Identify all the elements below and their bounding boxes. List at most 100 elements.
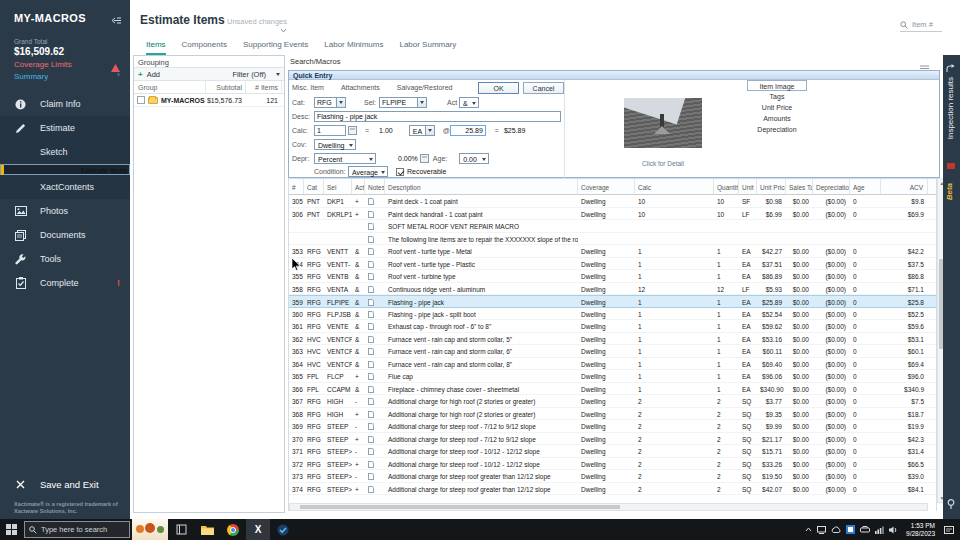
taskbar-search[interactable]: Type here to search bbox=[24, 521, 130, 538]
note-icon[interactable] bbox=[368, 261, 374, 268]
horizontal-scrollbar[interactable] bbox=[289, 503, 928, 511]
table-row[interactable]: 370RFGSTEEP+Additional charge for steep … bbox=[289, 433, 936, 446]
chrome-icon[interactable] bbox=[220, 519, 246, 540]
column-header[interactable]: Sel bbox=[324, 179, 352, 194]
cov-select[interactable]: Dwelling bbox=[314, 139, 356, 150]
tab-labor-summary[interactable]: Labor Summary bbox=[391, 37, 464, 55]
table-row[interactable]: 366FPLCCAPM&Fireplace - chimney chase co… bbox=[289, 383, 936, 396]
note-icon[interactable] bbox=[368, 373, 374, 380]
sidebar-item-documents[interactable]: Documents bbox=[0, 223, 130, 247]
tab-components[interactable]: Components bbox=[174, 37, 235, 55]
column-header[interactable]: Sales Tax bbox=[786, 179, 813, 194]
table-row[interactable]: 358RFGVENTA&Continuous ridge vent - alum… bbox=[289, 283, 936, 296]
note-icon[interactable] bbox=[368, 398, 374, 405]
calc-input[interactable]: 1 bbox=[314, 125, 346, 136]
tab-misc-item[interactable]: Misc. Item bbox=[292, 84, 324, 91]
tab-items[interactable]: Items bbox=[138, 37, 174, 55]
filter-button[interactable]: Filter (Off) bbox=[232, 70, 266, 79]
unsaved-changes-label[interactable]: Unsaved changes bbox=[227, 17, 287, 26]
save-and-exit-button[interactable]: Save and Exit bbox=[0, 472, 130, 496]
table-row[interactable]: 364HVCVENTCP8&Furnace vent - rain cap an… bbox=[289, 358, 936, 371]
detail-tab-item-image[interactable]: Item Image bbox=[747, 80, 807, 91]
table-row[interactable]: 367RFGHIGH-Additional charge for high ro… bbox=[289, 395, 936, 408]
column-header[interactable]: Depreciation bbox=[813, 179, 850, 194]
note-icon[interactable] bbox=[368, 411, 374, 418]
sidebar-item-estimate[interactable]: Estimate bbox=[0, 116, 130, 140]
column-header[interactable]: Cat bbox=[304, 179, 324, 194]
cat-dropdown-icon[interactable] bbox=[337, 97, 346, 108]
sidebar-collapse-icon[interactable] bbox=[111, 12, 122, 30]
note-icon[interactable] bbox=[368, 448, 374, 455]
click-for-detail[interactable]: Click for Detail bbox=[624, 160, 702, 167]
table-row[interactable]: 363HVCVENTCP6&Furnace vent - rain cap an… bbox=[289, 345, 936, 358]
column-header[interactable]: Quantity bbox=[714, 179, 739, 194]
sel-dropdown-icon[interactable] bbox=[418, 97, 427, 108]
news-weather-widget[interactable] bbox=[132, 519, 168, 540]
table-row[interactable]: 305PNTDKP1+Paint deck - 1 coat paintDwel… bbox=[289, 195, 936, 208]
table-row[interactable]: 365FPLFLCP+Flue capDwelling11EA$96.06$0.… bbox=[289, 370, 936, 383]
note-icon[interactable] bbox=[368, 223, 374, 230]
note-icon[interactable] bbox=[368, 473, 374, 480]
horizontal-scrollbar-thumb[interactable] bbox=[300, 505, 620, 509]
age-select[interactable]: 0.00 bbox=[459, 153, 489, 164]
calculator-icon[interactable] bbox=[348, 126, 357, 135]
condition-select[interactable]: Average bbox=[348, 166, 388, 177]
table-row[interactable]: 361RFGVENTE&Exhaust cap - through roof -… bbox=[289, 320, 936, 333]
table-row[interactable]: 372RFGSTEEP>+Additional charge for steep… bbox=[289, 458, 936, 471]
action-center-icon[interactable] bbox=[941, 525, 957, 535]
note-icon[interactable] bbox=[368, 236, 374, 243]
column-header[interactable]: Act bbox=[352, 179, 365, 194]
table-row[interactable]: 368RFGHIGH+Additional charge for high ro… bbox=[289, 408, 936, 421]
item-search[interactable]: Item # bbox=[900, 20, 942, 32]
note-icon[interactable] bbox=[368, 436, 374, 443]
table-row[interactable]: 369RFGSTEEP-Additional charge for steep … bbox=[289, 420, 936, 433]
table-row[interactable]: 373RFGSTEEP>>-Additional charge for stee… bbox=[289, 470, 936, 483]
sidebar-item-tools[interactable]: Tools bbox=[0, 247, 130, 271]
tray-volume-icon[interactable] bbox=[889, 526, 899, 534]
sidebar-item-photos[interactable]: Photos bbox=[0, 199, 130, 223]
tab-salvage-restored[interactable]: Salvage/Restored bbox=[397, 84, 453, 91]
table-row[interactable]: 353RFGVENTT&Roof vent - turtle type - Me… bbox=[289, 245, 936, 258]
table-row[interactable]: 360RFGFLPJSB&Flashing - pipe jack - spli… bbox=[289, 308, 936, 321]
table-row[interactable]: 374RFGSTEEP>>+Additional charge for stee… bbox=[289, 483, 936, 496]
teams-check-icon[interactable] bbox=[270, 519, 296, 540]
note-icon[interactable] bbox=[368, 211, 374, 218]
coverage-limits-link[interactable]: Coverage Limits bbox=[14, 60, 72, 69]
column-header[interactable]: Description bbox=[385, 179, 578, 194]
column-header[interactable]: Coverage bbox=[578, 179, 635, 194]
table-row[interactable]: 371RFGSTEEP>-Additional charge for steep… bbox=[289, 445, 936, 458]
tab-labor-minimums[interactable]: Labor Minimums bbox=[316, 37, 391, 55]
note-icon[interactable] bbox=[368, 248, 374, 255]
task-view-button[interactable] bbox=[168, 519, 194, 540]
desc-input[interactable]: Flashing - pipe jack bbox=[314, 111, 561, 122]
note-icon[interactable] bbox=[368, 461, 374, 468]
column-header[interactable]: Unit Price bbox=[757, 179, 786, 194]
chevron-down-icon[interactable] bbox=[280, 19, 287, 37]
cancel-button[interactable]: Cancel bbox=[523, 82, 564, 94]
price-input[interactable]: 25.89 bbox=[450, 125, 486, 136]
sidebar-item-claim-info[interactable]: Claim Info bbox=[0, 92, 130, 116]
group-checkbox[interactable] bbox=[137, 96, 145, 104]
table-row[interactable]: 306PNTDKRLP1+Paint deck handrail - 1 coa… bbox=[289, 208, 936, 221]
note-icon[interactable] bbox=[368, 311, 374, 318]
note-icon[interactable] bbox=[368, 386, 374, 393]
tab-attachments[interactable]: Attachments bbox=[341, 84, 380, 91]
depr-calculator-icon[interactable] bbox=[420, 154, 429, 163]
table-row[interactable]: The following line items are to repair t… bbox=[289, 233, 936, 246]
column-header[interactable]: Notes bbox=[365, 179, 385, 194]
detail-tab-tags[interactable]: Tags bbox=[747, 91, 807, 102]
tray-network-icon[interactable] bbox=[875, 526, 884, 534]
tray-display-icon[interactable] bbox=[817, 526, 826, 534]
taskbar-clock[interactable]: 1:53 PM 9/28/2023 bbox=[906, 522, 935, 537]
detail-tab-unit-price[interactable]: Unit Price bbox=[747, 102, 807, 113]
tray-cloud-icon[interactable] bbox=[831, 526, 841, 533]
sel-input[interactable]: FLPIPE bbox=[379, 97, 418, 108]
table-row[interactable]: 362HVCVENTCP5&Furnace vent - rain cap an… bbox=[289, 333, 936, 346]
depr-pct[interactable]: 0.00% bbox=[398, 155, 418, 162]
note-icon[interactable] bbox=[368, 273, 374, 280]
strip-bottom-icon[interactable] bbox=[947, 495, 955, 513]
note-icon[interactable] bbox=[368, 423, 374, 430]
note-icon[interactable] bbox=[368, 361, 374, 368]
column-header[interactable]: Unit bbox=[739, 179, 757, 194]
add-group-button[interactable]: Add bbox=[147, 70, 160, 79]
